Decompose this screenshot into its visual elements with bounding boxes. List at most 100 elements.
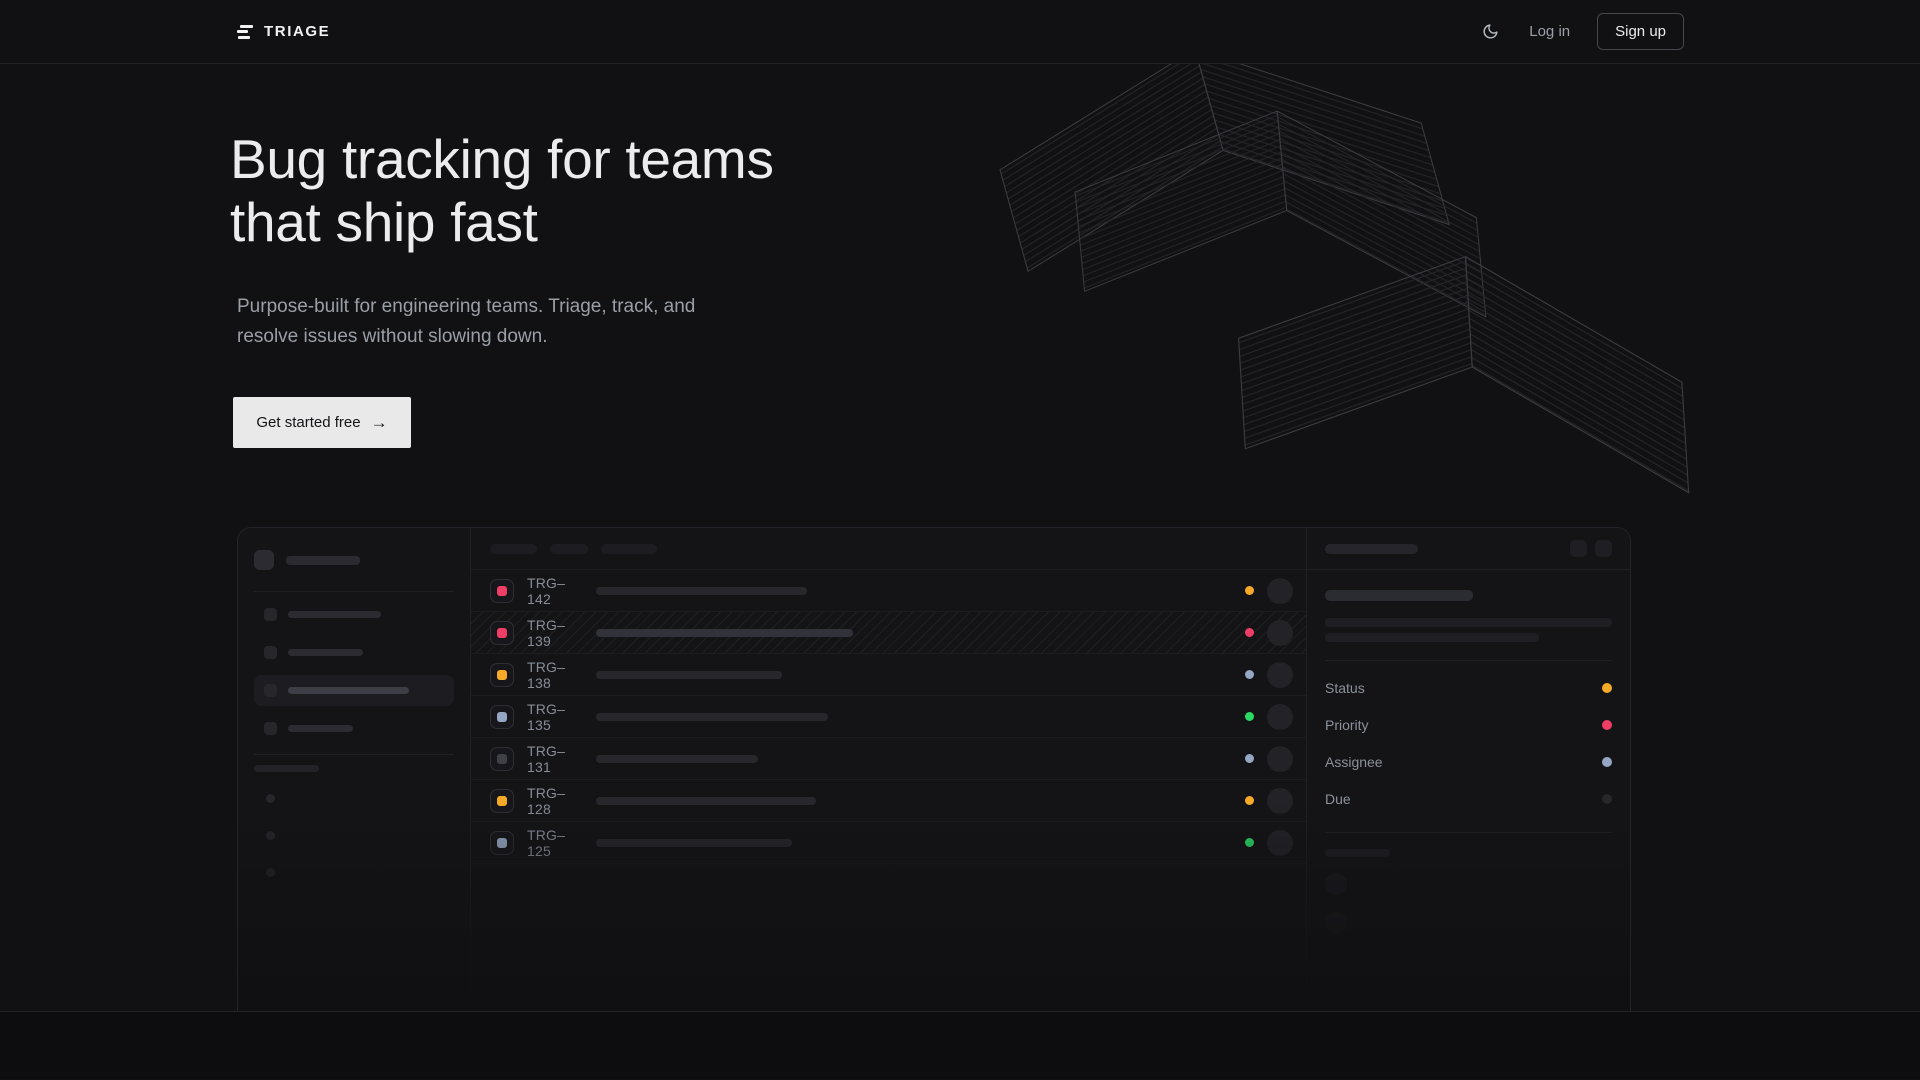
issue-id: TRG–125 bbox=[527, 827, 585, 859]
mock-nav-item bbox=[254, 637, 454, 668]
issue-avatar bbox=[1267, 830, 1293, 856]
detail-props: Status Priority Assignee Due bbox=[1325, 669, 1612, 817]
detail-prop-label: Due bbox=[1325, 791, 1351, 807]
issue-type-color bbox=[497, 796, 507, 806]
issue-rows: TRG–142 TRG–139 TRG–138 TRG–135 TRG–131 bbox=[471, 570, 1307, 864]
mock-list-header bbox=[471, 528, 1307, 570]
issue-row: TRG–125 bbox=[471, 822, 1307, 864]
brand-name: TRIAGE bbox=[264, 23, 330, 40]
issue-type-icon bbox=[490, 663, 514, 687]
mock-workspace-skeleton bbox=[286, 556, 360, 565]
login-link[interactable]: Log in bbox=[1529, 23, 1570, 40]
mock-nav-icon-skeleton bbox=[264, 608, 277, 621]
mock-filter-pill bbox=[490, 544, 537, 554]
issue-id: TRG–139 bbox=[527, 617, 585, 649]
issue-type-icon bbox=[490, 747, 514, 771]
mock-comments-label-skeleton bbox=[1325, 849, 1390, 857]
issue-avatar bbox=[1267, 620, 1293, 646]
detail-prop-row: Status bbox=[1325, 669, 1612, 706]
issue-avatar bbox=[1267, 662, 1293, 688]
issue-type-icon bbox=[490, 705, 514, 729]
issue-row: TRG–139 bbox=[471, 612, 1307, 654]
issue-status-dot bbox=[1245, 838, 1254, 847]
detail-prop-dot bbox=[1602, 757, 1612, 767]
mock-nav-item bbox=[254, 599, 454, 630]
issue-id: TRG–142 bbox=[527, 575, 585, 607]
mock-nav-icon-skeleton bbox=[264, 646, 277, 659]
divider bbox=[254, 754, 454, 755]
issue-id: TRG–131 bbox=[527, 743, 585, 775]
arrow-right-icon: → bbox=[371, 414, 388, 431]
issue-id: TRG–135 bbox=[527, 701, 585, 733]
hero-heading-line1: Bug tracking for teams bbox=[230, 128, 774, 191]
mock-filter-pill bbox=[601, 544, 657, 554]
mock-nav-label-skeleton bbox=[288, 649, 363, 656]
mock-nav-label-skeleton bbox=[288, 725, 353, 732]
detail-prop-label: Assignee bbox=[1325, 754, 1383, 770]
mock-nav-item-active bbox=[254, 675, 454, 706]
mock-nav-label-skeleton bbox=[288, 687, 409, 694]
issue-type-color bbox=[497, 754, 507, 764]
issue-row: TRG–142 bbox=[471, 570, 1307, 612]
issue-id: TRG–128 bbox=[527, 785, 585, 817]
mock-nav-item bbox=[254, 713, 454, 744]
mock-logo-skeleton bbox=[254, 550, 274, 570]
issue-status-dot bbox=[1245, 670, 1254, 679]
get-started-label: Get started free bbox=[256, 414, 360, 431]
signup-button[interactable]: Sign up bbox=[1597, 13, 1684, 50]
issue-status-dot bbox=[1245, 754, 1254, 763]
issue-type-color bbox=[497, 628, 507, 638]
detail-prop-label: Status bbox=[1325, 680, 1365, 696]
hero-subtitle-line2: resolve issues without slowing down. bbox=[237, 322, 695, 352]
hero-section: Bug tracking for teams that ship fast Pu… bbox=[0, 64, 1920, 1012]
mock-detail-title-skeleton bbox=[1325, 544, 1418, 554]
issue-title-skeleton bbox=[596, 839, 792, 847]
mock-list-dot bbox=[266, 868, 275, 877]
issue-row: TRG–138 bbox=[471, 654, 1307, 696]
issue-type-icon bbox=[490, 579, 514, 603]
issue-type-color bbox=[497, 586, 507, 596]
issue-title-skeleton bbox=[596, 797, 816, 805]
theme-toggle-button[interactable] bbox=[1478, 20, 1502, 44]
detail-prop-dot bbox=[1602, 683, 1612, 693]
mock-list-dot bbox=[266, 794, 275, 803]
issue-type-icon bbox=[490, 789, 514, 813]
mock-detail-panel: Status Priority Assignee Due bbox=[1306, 528, 1630, 1012]
mock-comment-avatar bbox=[1325, 873, 1347, 895]
issue-title-skeleton bbox=[596, 755, 758, 763]
issue-title-skeleton bbox=[596, 587, 807, 595]
issue-type-color bbox=[497, 670, 507, 680]
issue-title-skeleton bbox=[596, 671, 782, 679]
detail-prop-row: Due bbox=[1325, 780, 1612, 817]
issue-type-icon bbox=[490, 621, 514, 645]
issue-title-skeleton bbox=[596, 713, 828, 721]
detail-prop-row: Assignee bbox=[1325, 743, 1612, 780]
mock-list-dot bbox=[266, 831, 275, 840]
divider bbox=[1325, 832, 1612, 833]
issue-status-dot bbox=[1245, 796, 1254, 805]
get-started-button[interactable]: Get started free → bbox=[233, 397, 411, 448]
mock-detail-body: Status Priority Assignee Due bbox=[1307, 570, 1630, 933]
issue-id: TRG–138 bbox=[527, 659, 585, 691]
moon-icon bbox=[1482, 23, 1499, 40]
mock-issue-list: TRG–142 TRG–139 TRG–138 TRG–135 TRG–131 bbox=[471, 528, 1307, 1012]
mock-nav-icon-skeleton bbox=[264, 722, 277, 735]
issue-row: TRG–131 bbox=[471, 738, 1307, 780]
issue-type-color bbox=[497, 712, 507, 722]
footer bbox=[0, 1012, 1920, 1079]
mock-nav-icon-skeleton bbox=[264, 684, 277, 697]
top-nav: TRIAGE Log in Sign up bbox=[0, 0, 1920, 64]
issue-avatar bbox=[1267, 578, 1293, 604]
divider bbox=[1325, 660, 1612, 661]
mock-comment-avatar bbox=[1325, 911, 1347, 933]
issue-row: TRG–135 bbox=[471, 696, 1307, 738]
mock-sidebar-logo bbox=[254, 550, 454, 570]
issue-title-skeleton bbox=[596, 629, 853, 637]
hero-heading: Bug tracking for teams that ship fast bbox=[230, 128, 774, 254]
hero-subtitle: Purpose-built for engineering teams. Tri… bbox=[237, 292, 695, 352]
issue-status-dot bbox=[1245, 628, 1254, 637]
mock-detail-action-button bbox=[1570, 540, 1587, 557]
issue-row: TRG–128 bbox=[471, 780, 1307, 822]
mock-sidebar bbox=[238, 528, 471, 1012]
mock-description-skeleton bbox=[1325, 633, 1539, 642]
